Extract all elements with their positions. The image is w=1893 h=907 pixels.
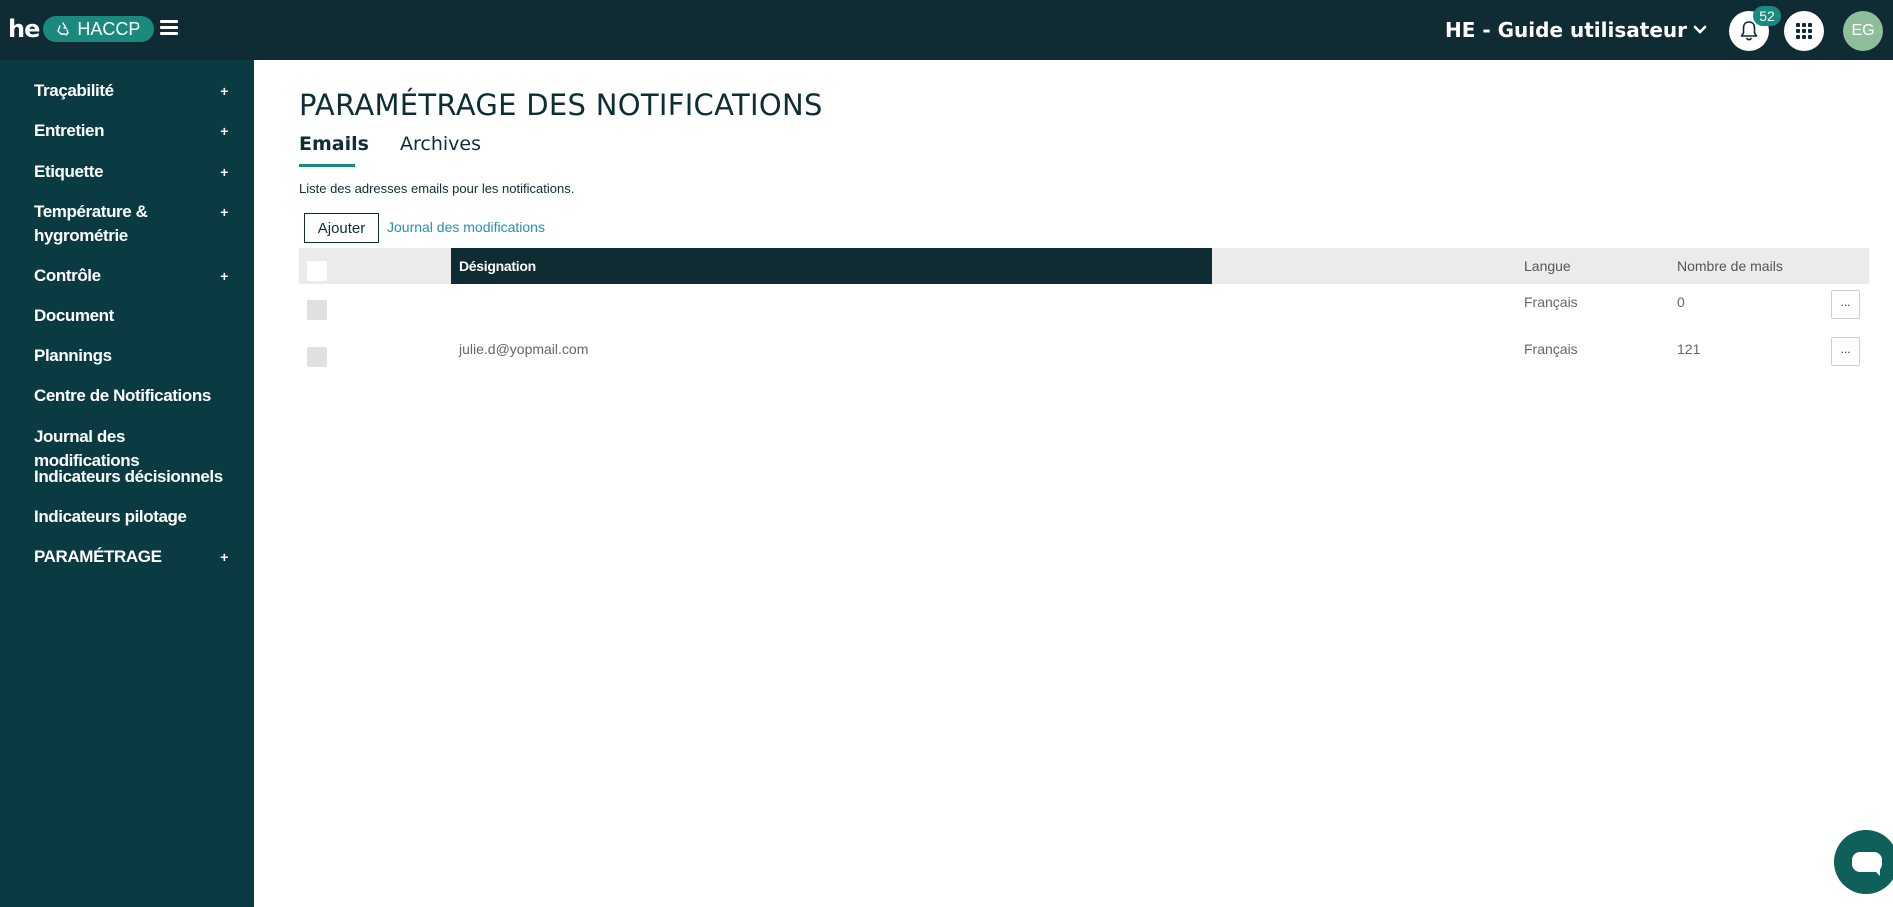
active-tab-indicator — [299, 164, 355, 167]
column-header-nombre-mails[interactable]: Nombre de mails — [1677, 248, 1783, 284]
brand-app-name: HACCP — [77, 18, 141, 39]
sidebar-item-label: Indicateurs décisionnels — [34, 467, 223, 486]
recycle-leaf-icon — [57, 22, 70, 36]
add-button[interactable]: Ajouter — [304, 213, 379, 243]
chat-launcher-button[interactable] — [1834, 830, 1893, 894]
sidebar-item-entretien[interactable]: Entretien + — [0, 119, 254, 143]
sidebar-item-controle[interactable]: Contrôle + — [0, 264, 254, 288]
sidebar-item-label: Température & — [34, 202, 148, 221]
row-actions-button[interactable]: ... — [1831, 337, 1860, 366]
top-bar: he HACCP HE - Guide utilisateur 52 EG — [0, 0, 1893, 60]
sidebar-item-label: Contrôle — [34, 266, 101, 285]
sidebar-item-label: Entretien — [34, 121, 105, 140]
tab-archives[interactable]: Archives — [400, 133, 481, 155]
column-header-designation[interactable]: Désignation — [451, 248, 1212, 284]
expand-plus-icon: + — [220, 164, 228, 180]
cell-langue: Français — [1524, 341, 1578, 357]
chat-bubble-tail — [1872, 868, 1880, 876]
select-all-checkbox[interactable] — [307, 261, 327, 281]
sidebar: Traçabilité + Entretien + Etiquette + Te… — [0, 60, 254, 907]
chevron-down-icon — [1693, 25, 1707, 34]
site-selector-dropdown[interactable]: HE - Guide utilisateur — [1445, 18, 1707, 42]
brand-he-text: he — [8, 15, 40, 43]
sidebar-item-tracabilite[interactable]: Traçabilité + — [0, 79, 254, 103]
cell-nombre-mails: 121 — [1677, 341, 1701, 357]
column-header-langue[interactable]: Langue — [1524, 248, 1571, 284]
sidebar-item-etiquette[interactable]: Etiquette + — [0, 160, 254, 184]
sidebar-item-indicateurs-pilotage[interactable]: Indicateurs pilotage — [0, 505, 254, 529]
sidebar-item-centre-notifications[interactable]: Centre de Notifications — [0, 384, 254, 408]
sidebar-item-temperature-hygrometrie[interactable]: Température & hygrométrie + — [0, 200, 254, 248]
expand-plus-icon: + — [220, 123, 228, 139]
hamburger-menu-icon[interactable] — [160, 20, 178, 36]
brand-logo[interactable]: he HACCP — [8, 15, 155, 43]
table-header: Désignation Langue Nombre de mails — [299, 248, 1869, 284]
journal-modifications-link[interactable]: Journal des modifications — [387, 219, 545, 235]
grid-icon — [1796, 23, 1812, 39]
cell-designation: julie.d@yopmail.com — [459, 341, 589, 357]
table-row: julie.d@yopmail.com Français 121 ... — [299, 334, 1869, 378]
sidebar-item-label: Etiquette — [34, 162, 104, 181]
sidebar-item-label: Traçabilité — [34, 81, 114, 100]
section-description: Liste des adresses emails pour les notif… — [299, 181, 575, 196]
notification-count-badge: 52 — [1753, 6, 1781, 26]
site-selector-label: HE - Guide utilisateur — [1445, 18, 1687, 42]
apps-grid-button[interactable] — [1784, 11, 1824, 51]
sidebar-item-parametrage[interactable]: PARAMÉTRAGE + — [0, 545, 254, 569]
cell-nombre-mails: 0 — [1677, 294, 1685, 310]
sidebar-item-plannings[interactable]: Plannings — [0, 344, 254, 368]
sidebar-item-indicateurs-decisionnels[interactable]: Indicateurs décisionnels — [0, 465, 254, 489]
sidebar-item-label: PARAMÉTRAGE — [34, 547, 162, 566]
page-title: PARAMÉTRAGE DES NOTIFICATIONS — [299, 88, 823, 122]
cell-langue: Français — [1524, 294, 1578, 310]
expand-plus-icon: + — [220, 268, 228, 284]
sidebar-item-label: Document — [34, 306, 114, 325]
expand-plus-icon: + — [220, 83, 228, 99]
table-row: Français 0 ... — [299, 287, 1869, 331]
expand-plus-icon: + — [220, 204, 228, 220]
user-avatar[interactable]: EG — [1843, 11, 1883, 51]
row-actions-button[interactable]: ... — [1831, 290, 1860, 319]
row-checkbox[interactable] — [307, 347, 327, 367]
sidebar-item-label: Journal des modifications — [34, 427, 140, 470]
expand-plus-icon: + — [220, 549, 228, 565]
tab-emails[interactable]: Emails — [299, 133, 369, 155]
sidebar-item-label: Centre de Notifications — [34, 386, 211, 405]
sidebar-item-label-line2: hygrométrie — [34, 226, 128, 245]
brand-app-pill: HACCP — [43, 16, 155, 42]
sidebar-item-label: Plannings — [34, 346, 112, 365]
sidebar-item-label: Indicateurs pilotage — [34, 507, 187, 526]
row-checkbox[interactable] — [307, 300, 327, 320]
sidebar-item-document[interactable]: Document — [0, 304, 254, 328]
